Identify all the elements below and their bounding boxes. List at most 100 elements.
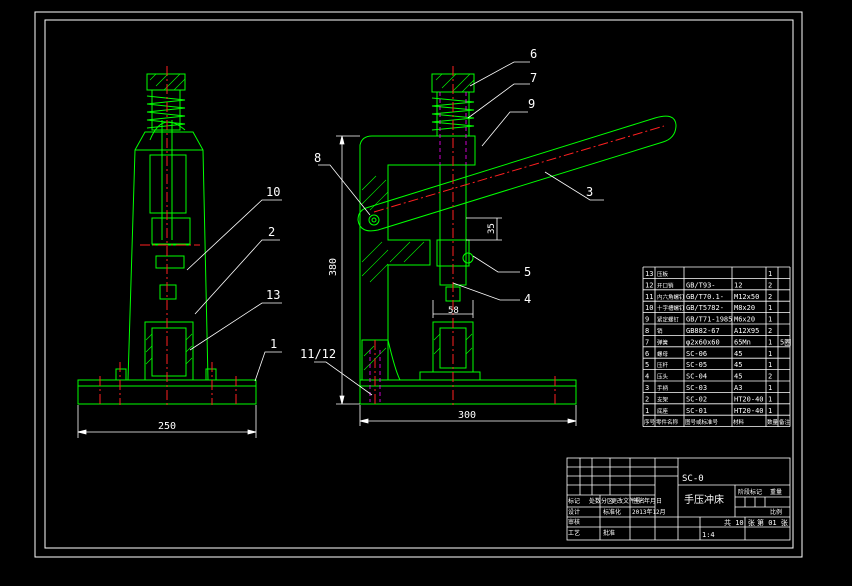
bom-cell-code: SC-04 [686, 373, 707, 381]
bom-header-name: 零件名称 [656, 418, 679, 426]
bom-cell-code: SC-03 [686, 384, 707, 392]
balloon-7: 7 [530, 71, 537, 85]
process-label: 工艺 [568, 529, 580, 537]
bom-cell-no: 5 [645, 361, 649, 369]
balloon-1: 1 [270, 337, 277, 351]
cad-drawing-viewport: 250 300 380 35 58 1 2 10 13 3 5 4 6 7 9 … [0, 0, 852, 582]
bom-cell-name: 螺母 [657, 350, 669, 358]
bom-cell-name: 压杆 [657, 361, 669, 369]
bom-cell-mat: M12x50 [734, 293, 759, 301]
bom-cell-name: 压板 [657, 270, 669, 278]
bom-cell-qty: 1 [768, 270, 772, 278]
designer-label: 设计 [568, 508, 580, 516]
sign-label-mark: 标记 [568, 497, 580, 505]
right-centerlines [373, 66, 665, 405]
bom-cell-no: 7 [645, 338, 649, 346]
bom-cell-code: GB/T5782- [686, 304, 724, 312]
bom-cell-mat: A12X95 [734, 327, 759, 335]
balloon-11-12: 11/12 [300, 347, 336, 361]
bom-cell-no: 13 [645, 270, 653, 278]
bom-cell-name: 内六角螺钉 [657, 293, 685, 301]
bom-cell-mat: 45 [734, 373, 742, 381]
bom-cell-qty: 1 [768, 384, 772, 392]
bom-cell-qty: 2 [768, 373, 772, 381]
bom-cell-qty: 2 [768, 293, 772, 301]
right-hidden-lines [369, 92, 467, 402]
bom-cell-no: 1 [645, 407, 649, 415]
bom-cell-code: SC-05 [686, 361, 707, 369]
weight-label: 重量 [770, 488, 782, 496]
bom-cell-name: 支架 [657, 395, 669, 403]
bom-cell-code: SC-02 [686, 395, 707, 403]
bom-cell-mat: HT20-40 [734, 407, 764, 415]
bom-cell-note: 5圈 [780, 338, 791, 346]
bom-cell-name: 开口销 [657, 281, 674, 289]
dim-label-380: 380 [328, 258, 339, 276]
bom-cell-mat: 65Mn [734, 338, 751, 346]
bom-cell-code: GB/T93- [686, 281, 716, 289]
bom-cell-no: 10 [645, 304, 653, 312]
bom-cell-mat: A3 [734, 384, 742, 392]
balloon-13: 13 [266, 288, 280, 302]
sheet-total: 共 10 张 [724, 518, 755, 527]
drawing-title: 手压冲床 [684, 493, 724, 506]
right-view [357, 73, 677, 405]
dim-label-35: 35 [487, 223, 497, 234]
sign-label-date: 年月日 [644, 497, 662, 505]
bom-cell-no: 4 [645, 373, 649, 381]
balloon-10: 10 [266, 185, 280, 199]
bom-cell-name: 压头 [657, 373, 669, 381]
balloon-3: 3 [586, 185, 593, 199]
scale-label: 比例 [770, 508, 782, 516]
bom-cell-qty: 1 [768, 304, 772, 312]
bom-cell-name: 十字槽螺钉 [657, 304, 685, 312]
bom-cell-qty: 1 [768, 395, 772, 403]
bom-cell-name: 底座 [657, 407, 669, 415]
balloon-6: 6 [530, 47, 537, 61]
bom-cell-no: 9 [645, 316, 649, 324]
bom-cell-mat: M8x20 [734, 304, 755, 312]
assembly-drawing: 250 300 380 35 58 1 2 10 13 3 5 4 6 7 9 … [34, 11, 803, 558]
bom-cell-mat: M6x20 [734, 316, 755, 324]
stage-label: 阶段标记 [738, 488, 762, 496]
balloon-9: 9 [528, 97, 535, 111]
handle [357, 115, 677, 232]
bom-cell-no: 2 [645, 395, 649, 403]
bom-cell-name: 紧定螺钉 [657, 316, 680, 324]
leader-lines [186, 61, 604, 396]
left-centerlines [99, 66, 237, 405]
bom-cell-no: 6 [645, 350, 649, 358]
dim-label-300: 300 [458, 410, 476, 421]
balloon-5: 5 [524, 265, 531, 279]
dim-label-250: 250 [158, 421, 176, 432]
date-value: 2013年12月 [632, 508, 666, 516]
bom-cell-no: 8 [645, 327, 649, 335]
bom-cell-name: 销 [657, 327, 663, 335]
bom-cell-name: 手柄 [657, 384, 669, 392]
bom-cell-code: SC-01 [686, 407, 707, 415]
bom-header-code: 图号或标准号 [685, 418, 719, 426]
balloon-2: 2 [268, 225, 275, 239]
bom-header-note: 备注 [779, 418, 791, 426]
bom-cell-mat: 45 [734, 350, 742, 358]
standard-label: 标准化 [603, 508, 621, 516]
bom-cell-code: φ2x60x60 [686, 338, 720, 346]
bom-cell-qty: 1 [768, 350, 772, 358]
approve-label: 批准 [603, 529, 615, 537]
bom-cell-mat: 45 [734, 361, 742, 369]
bom-cell-name: 弹簧 [657, 338, 669, 346]
bill-of-materials: 13 压板 112 开口销 GB/T93- 12 211 内六角螺钉 GB/T70.1- M12x… [642, 266, 791, 428]
bom-header-no: 序号 [644, 418, 656, 426]
bom-cell-mat: HT20-40 [734, 395, 764, 403]
bom-cell-no: 11 [645, 293, 653, 301]
balloon-labels: 1 2 10 13 3 5 4 6 7 9 8 11/12 [266, 47, 593, 361]
bom-cell-code: GB882-67 [686, 327, 720, 335]
bom-cell-no: 3 [645, 384, 649, 392]
dim-label-58: 58 [448, 306, 459, 316]
review-label: 审核 [568, 518, 580, 526]
bom-cell-qty: 1 [768, 361, 772, 369]
bom-cell-code: SC-06 [686, 350, 707, 358]
sheet-current: 第 01 张 [757, 518, 788, 527]
balloon-4: 4 [524, 292, 531, 306]
right-base [359, 379, 577, 405]
